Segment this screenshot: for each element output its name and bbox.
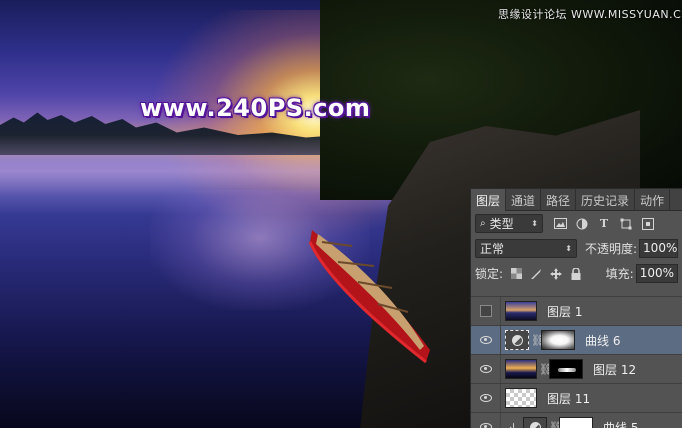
layer-row-layer-11[interactable]: 图层 11 xyxy=(471,383,682,413)
tab-layers[interactable]: 图层 xyxy=(471,189,507,211)
layer-row-curves-6[interactable]: ⛓ 曲线 6 xyxy=(471,325,682,355)
adjustment-thumbnail xyxy=(523,417,547,428)
blend-mode-select[interactable]: 正常 ⬍ xyxy=(475,239,577,258)
site-logo-text: www.240PS.com xyxy=(140,94,371,122)
layer-thumbnail xyxy=(505,359,537,379)
smart-object-filter-icon[interactable] xyxy=(641,217,655,231)
layer-row-curves-5[interactable]: ↲ ⛓ 曲线 5 xyxy=(471,412,682,428)
eye-icon xyxy=(479,423,492,428)
adjustment-filter-icon[interactable] xyxy=(575,217,589,231)
lock-all-icon[interactable] xyxy=(569,267,583,281)
lock-image-pixels-icon[interactable] xyxy=(529,267,543,281)
opacity-input[interactable]: 100% xyxy=(639,239,678,258)
eye-icon xyxy=(479,394,492,402)
chevron-updown-icon: ⬍ xyxy=(565,244,572,253)
layer-name: 曲线 5 xyxy=(603,420,639,428)
blend-row: 正常 ⬍ 不透明度: 100% xyxy=(471,236,682,261)
tab-channels[interactable]: 通道 xyxy=(506,189,542,211)
layer-name: 曲线 6 xyxy=(585,333,621,348)
layer-name: 图层 11 xyxy=(547,391,591,406)
fill-input[interactable]: 100% xyxy=(635,264,678,283)
red-canoe xyxy=(308,230,430,364)
layer-name: 图层 1 xyxy=(547,304,583,319)
image-filter-icon[interactable] xyxy=(553,217,567,231)
type-filter-icon[interactable]: T xyxy=(597,217,611,231)
tab-history[interactable]: 历史记录 xyxy=(576,189,636,211)
adjustment-icon xyxy=(529,421,541,428)
panel-tabs: 图层 通道 路径 历史记录 动作 xyxy=(471,189,682,211)
layer-mask-thumbnail[interactable] xyxy=(559,417,593,428)
filter-kind-label: 类型 xyxy=(489,217,514,231)
filter-icons: T xyxy=(553,217,655,231)
layer-mask-thumbnail[interactable] xyxy=(541,330,575,350)
visibility-toggle[interactable] xyxy=(471,354,501,384)
blend-mode-value: 正常 xyxy=(480,242,505,256)
lock-transparent-pixels-icon[interactable] xyxy=(509,267,523,281)
layer-row-layer-12[interactable]: ⛓ 图层 12 xyxy=(471,354,682,384)
lock-position-icon[interactable] xyxy=(549,267,563,281)
visibility-toggle[interactable] xyxy=(471,412,501,428)
link-chain-icon[interactable]: ⛓ xyxy=(549,421,563,428)
layer-row-layer-1[interactable]: 图层 1 xyxy=(471,296,682,326)
chevron-updown-icon: ⬍ xyxy=(531,219,538,228)
shape-filter-icon[interactable] xyxy=(619,217,633,231)
tab-actions[interactable]: 动作 xyxy=(635,189,671,211)
visibility-toggle[interactable] xyxy=(471,383,501,413)
visibility-toggle[interactable] xyxy=(471,296,501,326)
lock-label: 锁定: xyxy=(475,267,504,281)
layers-panel: 图层 通道 路径 历史记录 动作 ⌕ 类型 ⬍ T 正常 ⬍ 不透明度: 100… xyxy=(470,188,682,428)
layer-thumbnail xyxy=(505,301,537,321)
link-chain-icon[interactable]: ⛓ xyxy=(539,363,553,376)
clipping-arrow-icon: ↲ xyxy=(507,420,517,428)
tab-paths[interactable]: 路径 xyxy=(541,189,577,211)
fill-label: 填充: xyxy=(605,267,634,281)
layer-filter-row: ⌕ 类型 ⬍ T xyxy=(471,211,682,236)
link-chain-icon[interactable]: ⛓ xyxy=(531,334,545,347)
layer-thumbnail xyxy=(505,388,537,408)
visibility-toggle[interactable] xyxy=(471,325,501,355)
watermark-text: 思缘设计论坛 WWW.MISSYUAN.COM xyxy=(498,8,682,21)
eye-icon xyxy=(479,336,492,344)
filter-kind-select[interactable]: ⌕ 类型 ⬍ xyxy=(475,214,543,233)
layer-name: 图层 12 xyxy=(593,362,637,377)
layer-mask-thumbnail[interactable] xyxy=(549,359,583,379)
hidden-eye-icon xyxy=(479,305,492,317)
search-icon: ⌕ xyxy=(480,218,486,229)
eye-icon xyxy=(479,365,492,373)
adjustment-icon xyxy=(511,334,523,346)
lock-row: 锁定: 填充: 100% xyxy=(471,261,682,286)
adjustment-thumbnail xyxy=(505,330,529,350)
opacity-label: 不透明度: xyxy=(585,242,638,256)
